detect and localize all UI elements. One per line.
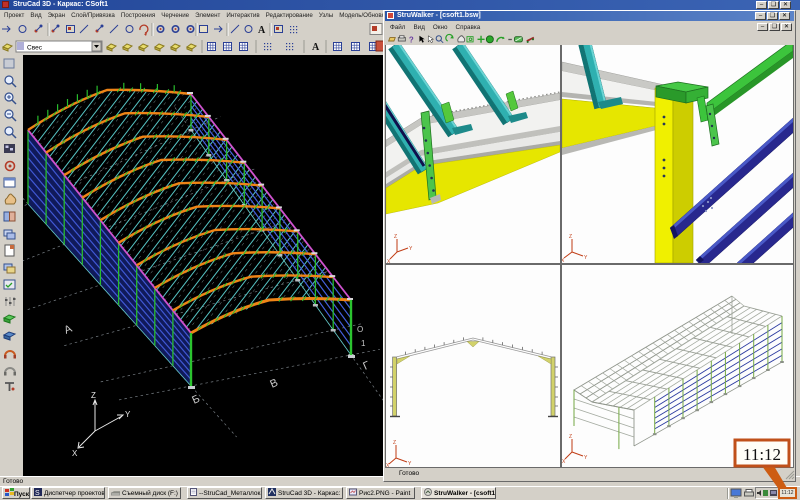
svg-text:Z: Z: [393, 440, 396, 446]
svg-text:Z: Z: [569, 434, 572, 440]
svg-text:Z: Z: [91, 391, 96, 400]
svg-text:?: ?: [409, 35, 414, 44]
svg-text:S: S: [35, 490, 40, 496]
svg-text:Б: Б: [190, 393, 201, 407]
svg-text:A: A: [258, 25, 266, 36]
svg-text:1: 1: [361, 339, 366, 348]
svg-text:Z: Z: [569, 234, 572, 240]
svg-text:Z: Z: [394, 234, 397, 240]
svg-text:A: A: [312, 42, 320, 53]
svg-text:Свес: Свес: [27, 45, 43, 52]
svg-text:Г: Г: [361, 359, 371, 372]
svg-text:А: А: [62, 323, 74, 337]
svg-text:Y: Y: [125, 410, 131, 419]
svg-text:О: О: [357, 325, 363, 334]
svg-text:X: X: [72, 449, 78, 458]
svg-text:В: В: [268, 377, 280, 391]
svg-text:11:12: 11:12: [743, 445, 781, 464]
